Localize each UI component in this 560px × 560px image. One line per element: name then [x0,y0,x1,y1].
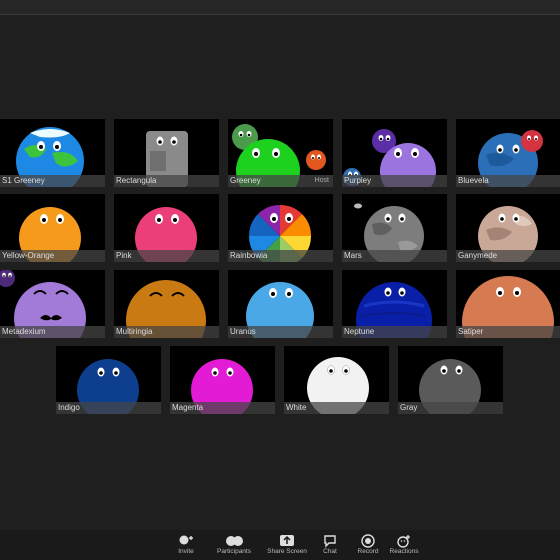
participant-name: Greeney [230,176,261,185]
record-icon [361,534,375,548]
participant-tile-neptune[interactable]: Neptune [342,270,447,338]
participant-name: Bluevela [458,176,489,185]
participant-name: Uranus [230,327,256,336]
share-screen-label[interactable]: Share Screen [263,548,311,556]
participant-name: White [286,403,307,412]
participant-name: Metadexium [2,327,46,336]
participant-name: Neptune [344,327,375,336]
reactions-label: Reactions [389,548,419,555]
share-screen-button[interactable]: Share Screen [263,532,311,560]
participant-tile-satiper[interactable]: Satiper [456,270,560,338]
participant-tile-bluevela[interactable]: Bluevela [456,119,560,187]
participants-button[interactable]: Participants [210,532,258,560]
participant-tile-greeney[interactable]: Greeney Host [228,119,333,187]
participant-tile-indigo[interactable]: Indigo [56,346,161,414]
participant-name: Indigo [58,403,80,412]
reactions-button[interactable]: Reactions [380,532,428,560]
meeting-toolbar: Invite Participants Share Screen Chat Re… [0,530,560,560]
participant-tile-gray[interactable]: Gray [398,346,503,414]
participant-tile-yellow-orange[interactable]: Yellow-Orange [0,194,105,262]
participant-tile-uranus[interactable]: Uranus [228,270,333,338]
participant-tile-purpley[interactable]: Purpley [342,119,447,187]
invite-label: Invite [178,548,194,555]
chat-icon [324,535,336,548]
participant-name: S1 Greeney [2,176,45,185]
participant-tile-metadexium[interactable]: Metadexium [0,270,105,338]
participant-name: Magenta [172,403,204,412]
participant-name: Multiringia [116,327,153,336]
participant-name: Rectangula [116,176,157,185]
participant-tile-s1-greeney[interactable]: S1 Greeney [0,119,105,187]
share-screen-icon [280,535,294,546]
participants-icon [226,536,243,546]
participant-name: Yellow-Orange [2,251,55,260]
participant-tile-mars[interactable]: Mars [342,194,447,262]
participant-name: Rainbowia [230,251,268,260]
participant-tile-pink[interactable]: Pink [114,194,219,262]
participants-label: Participants [217,548,251,555]
participant-name: Mars [344,251,362,260]
invite-button[interactable]: Invite [162,532,210,560]
reactions-icon [397,535,410,548]
participant-name: Gray [400,403,418,412]
participant-name: Purpley [344,176,372,185]
participant-tile-multiringia[interactable]: Multiringia [114,270,219,338]
participant-tile-white[interactable]: White [284,346,389,414]
host-badge: Host [314,177,329,184]
participant-name: Satiper [458,327,484,336]
invite-icon [179,535,193,545]
participant-tile-ganymede[interactable]: Ganymede [456,194,560,262]
participant-tile-rainbowia[interactable]: Rainbowia [228,194,333,262]
video-grid: S1 Greeney Rectangula Greeney Host Purpl… [0,0,560,530]
participant-tile-magenta[interactable]: Magenta [170,346,275,414]
participant-tile-rectangula[interactable]: Rectangula [114,119,219,187]
participant-name: Ganymede [458,251,498,260]
participant-name: Pink [116,251,132,260]
